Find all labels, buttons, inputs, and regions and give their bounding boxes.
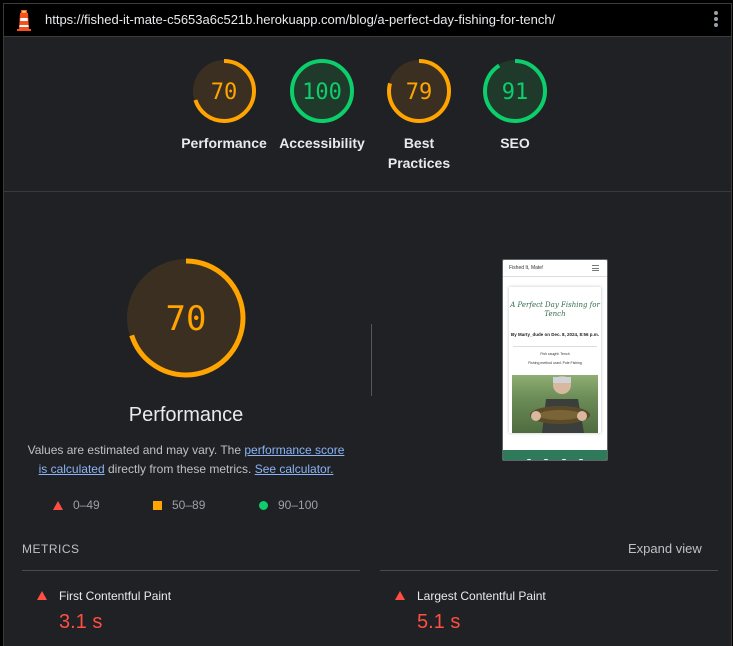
gauge-performance[interactable]: 70 Performance	[174, 57, 274, 153]
fail-triangle-icon	[37, 591, 47, 600]
legend-label: 50–89	[172, 498, 206, 512]
metric-divider	[380, 570, 718, 571]
gauge-score: 91	[502, 80, 529, 105]
pass-circle-icon	[259, 501, 268, 511]
lighthouse-icon	[17, 10, 31, 31]
metric-name: First Contentful Paint	[59, 589, 172, 603]
desc-text: Values are estimated and may vary. The	[27, 443, 245, 457]
screenshot-divider	[513, 346, 597, 347]
performance-title: Performance	[128, 404, 244, 426]
average-square-icon	[153, 501, 162, 511]
report-topbar: https://fished-it-mate-c5653a6c521b.hero…	[4, 4, 731, 37]
screenshot-post-card: A Perfect Day Fishing for Tench By Marty…	[509, 287, 601, 433]
screenshot-byline: By Marty_dude on Dec. 8, 2024, 8:56 p.m.	[510, 332, 600, 337]
gauge-score: 100	[302, 80, 342, 105]
fail-triangle-icon	[53, 501, 63, 511]
metrics-heading: METRICS	[22, 542, 80, 556]
screenshot-footer	[503, 450, 607, 460]
legend-label: 0–49	[73, 498, 100, 512]
expand-view-toggle[interactable]: Expand view	[628, 541, 702, 556]
metric-divider	[22, 570, 360, 571]
legend-label: 90–100	[278, 498, 319, 512]
screenshot-subline: Fishing method used: Pole Fishing	[528, 361, 582, 365]
social-icon	[579, 459, 584, 460]
score-summary: 70 Performance 100 Accessibility 79 Best…	[4, 37, 731, 192]
gauge-score: 79	[406, 80, 433, 105]
metric-value: 3.1 s	[59, 611, 103, 633]
performance-description: Values are estimated and may vary. The p…	[22, 441, 350, 479]
score-gauge: 100	[290, 59, 354, 123]
gauge-seo[interactable]: 91 SEO	[465, 57, 565, 153]
desc-text: directly from these metrics.	[104, 462, 255, 476]
social-icon	[544, 459, 549, 460]
score-gauge: 70	[192, 59, 256, 123]
gauge-label: Best Practices	[387, 135, 451, 171]
more-vertical-icon[interactable]	[713, 10, 719, 30]
screenshot-navbar: Fished It, Mate!	[503, 260, 607, 277]
hamburger-icon	[592, 265, 599, 273]
legend-average: 50–89	[153, 498, 205, 512]
gauge-label: Performance	[181, 135, 267, 151]
screenshot-site-name: Fished It, Mate!	[509, 265, 544, 271]
performance-score: 70	[166, 299, 207, 339]
final-screenshot[interactable]: Fished It, Mate! A Perfect Day Fishing f…	[502, 259, 608, 461]
lighthouse-report: https://fished-it-mate-c5653a6c521b.hero…	[3, 3, 732, 646]
legend-fail: 0–49	[53, 498, 100, 512]
screenshot-post-title: A Perfect Day Fishing for Tench	[510, 301, 600, 318]
score-gauge: 79	[387, 59, 451, 123]
social-icon	[561, 459, 566, 460]
screenshot-subline: Fish caught: Tench	[540, 352, 570, 356]
gauge-accessibility[interactable]: 100 Accessibility	[272, 57, 372, 153]
section-divider	[371, 324, 372, 396]
score-gauge: 91	[483, 59, 547, 123]
fail-triangle-icon	[395, 591, 405, 600]
screenshot-fish-photo	[512, 375, 598, 433]
legend-pass: 90–100	[259, 498, 318, 512]
calculator-link[interactable]: See calculator.	[255, 462, 334, 476]
gauge-label: SEO	[500, 135, 530, 151]
metric-value: 5.1 s	[417, 611, 461, 633]
report-url[interactable]: https://fished-it-mate-c5653a6c521b.hero…	[45, 12, 555, 27]
performance-gauge: 70	[126, 258, 246, 378]
metric-name: Largest Contentful Paint	[417, 589, 546, 603]
gauge-best-practices[interactable]: 79 Best Practices	[369, 57, 469, 173]
gauge-label: Accessibility	[279, 135, 365, 151]
social-icon	[526, 459, 531, 460]
gauge-score: 70	[211, 80, 238, 105]
angler-photo	[530, 376, 590, 433]
